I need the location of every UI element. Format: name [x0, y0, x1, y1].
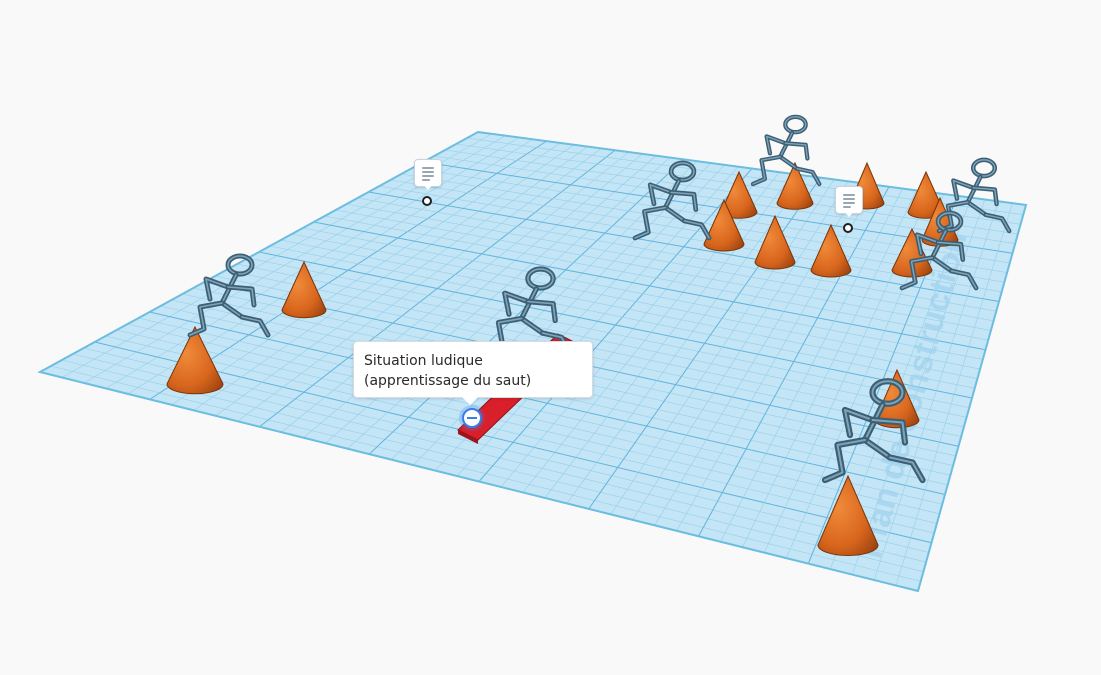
- 3d-viewport[interactable]: Plan de construction: [0, 0, 1101, 675]
- note-pin-active[interactable]: [462, 408, 482, 428]
- note-icon: [414, 159, 442, 187]
- minus-icon: [467, 417, 477, 419]
- note-anchor-2[interactable]: [843, 223, 853, 233]
- note-tooltip: Situation ludique (apprentissage du saut…: [353, 341, 593, 398]
- note-tooltip-text: Situation ludique (apprentissage du saut…: [364, 353, 532, 389]
- note-icon: [835, 186, 863, 214]
- note-anchor-1[interactable]: [422, 196, 432, 206]
- note-marker-1[interactable]: [414, 159, 442, 190]
- note-tooltip-tail: [462, 397, 478, 405]
- note-marker-2[interactable]: [835, 186, 863, 217]
